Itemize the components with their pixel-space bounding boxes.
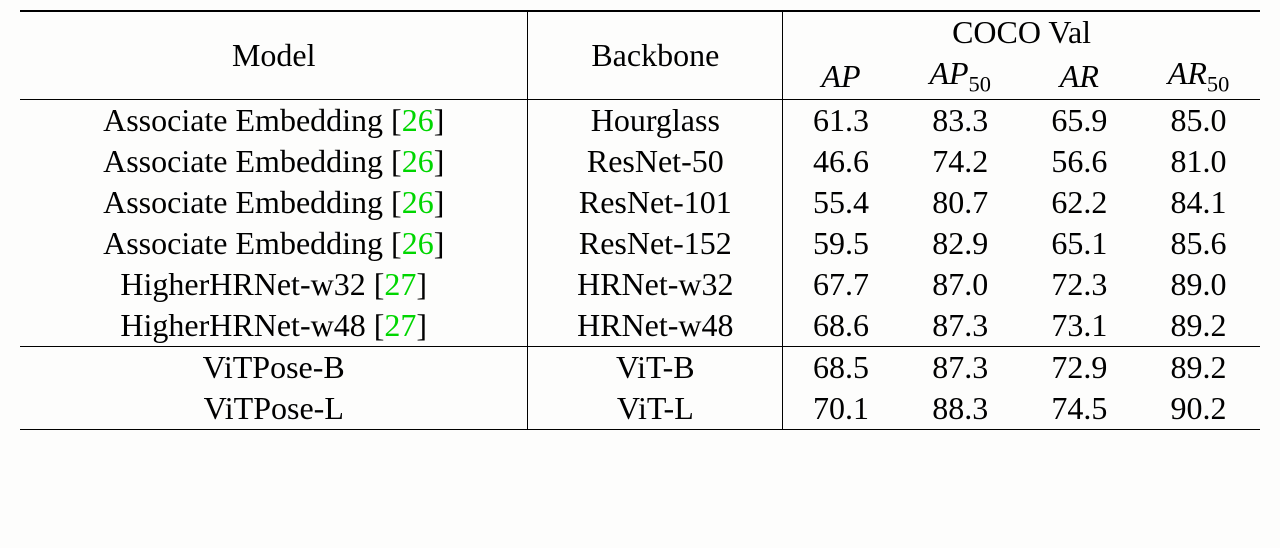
table-row: HigherHRNet-w32 [27]HRNet-w3267.787.072.… [20,264,1260,305]
cell-ap: 67.7 [783,264,899,305]
cell-ar50: 89.2 [1137,305,1260,347]
citation-link[interactable]: 26 [402,102,434,138]
table-row: ViTPose-LViT-L70.188.374.590.2 [20,388,1260,430]
cell-ap50: 88.3 [899,388,1022,430]
cell-model: Associate Embedding [26] [20,100,528,142]
cell-model: Associate Embedding [26] [20,141,528,182]
cell-ar50: 85.6 [1137,223,1260,264]
citation-link[interactable]: 26 [402,225,434,261]
cell-ar: 73.1 [1022,305,1137,347]
col-group-coco: COCO Val [783,11,1260,53]
cell-ar50: 85.0 [1137,100,1260,142]
col-ar50: AR50 [1137,53,1260,100]
cell-model: ViTPose-B [20,347,528,389]
cell-model: Associate Embedding [26] [20,223,528,264]
cell-ap50: 74.2 [899,141,1022,182]
col-ap: AP [783,53,899,100]
cell-backbone: ViT-B [528,347,783,389]
cell-ar: 74.5 [1022,388,1137,430]
cell-backbone: HRNet-w48 [528,305,783,347]
cell-ar: 72.3 [1022,264,1137,305]
cell-ar50: 81.0 [1137,141,1260,182]
table-row: Associate Embedding [26]ResNet-15259.582… [20,223,1260,264]
col-ar: AR [1022,53,1137,100]
table-row: Associate Embedding [26]ResNet-10155.480… [20,182,1260,223]
cell-ap: 55.4 [783,182,899,223]
cell-backbone: Hourglass [528,100,783,142]
table-row: Associate Embedding [26]ResNet-5046.674.… [20,141,1260,182]
cell-ar50: 84.1 [1137,182,1260,223]
table-row: HigherHRNet-w48 [27]HRNet-w4868.687.373.… [20,305,1260,347]
citation-link[interactable]: 27 [384,266,416,302]
cell-ap: 61.3 [783,100,899,142]
table-row: Associate Embedding [26]Hourglass61.383.… [20,100,1260,142]
cell-ar: 65.9 [1022,100,1137,142]
cell-ap50: 82.9 [899,223,1022,264]
cell-ar: 72.9 [1022,347,1137,389]
cell-ap: 59.5 [783,223,899,264]
cell-backbone: HRNet-w32 [528,264,783,305]
cell-ar: 62.2 [1022,182,1137,223]
cell-ar50: 89.2 [1137,347,1260,389]
cell-ap: 70.1 [783,388,899,430]
citation-link[interactable]: 27 [384,307,416,343]
col-ap50: AP50 [899,53,1022,100]
cell-model: Associate Embedding [26] [20,182,528,223]
cell-ap50: 87.3 [899,305,1022,347]
cell-ap: 68.6 [783,305,899,347]
cell-ap: 68.5 [783,347,899,389]
col-backbone: Backbone [528,11,783,100]
cell-ap50: 87.0 [899,264,1022,305]
cell-ar: 56.6 [1022,141,1137,182]
cell-backbone: ViT-L [528,388,783,430]
cell-model: HigherHRNet-w32 [27] [20,264,528,305]
cell-backbone: ResNet-152 [528,223,783,264]
cell-ap50: 80.7 [899,182,1022,223]
cell-ar50: 89.0 [1137,264,1260,305]
cell-ar50: 90.2 [1137,388,1260,430]
col-model: Model [20,11,528,100]
cell-backbone: ResNet-101 [528,182,783,223]
cell-model: HigherHRNet-w48 [27] [20,305,528,347]
results-table: Model Backbone COCO Val AP AP50 AR AR50 … [20,10,1260,430]
cell-ap50: 83.3 [899,100,1022,142]
citation-link[interactable]: 26 [402,184,434,220]
cell-ap: 46.6 [783,141,899,182]
cell-ap50: 87.3 [899,347,1022,389]
cell-backbone: ResNet-50 [528,141,783,182]
citation-link[interactable]: 26 [402,143,434,179]
table-row: ViTPose-BViT-B68.587.372.989.2 [20,347,1260,389]
cell-ar: 65.1 [1022,223,1137,264]
cell-model: ViTPose-L [20,388,528,430]
